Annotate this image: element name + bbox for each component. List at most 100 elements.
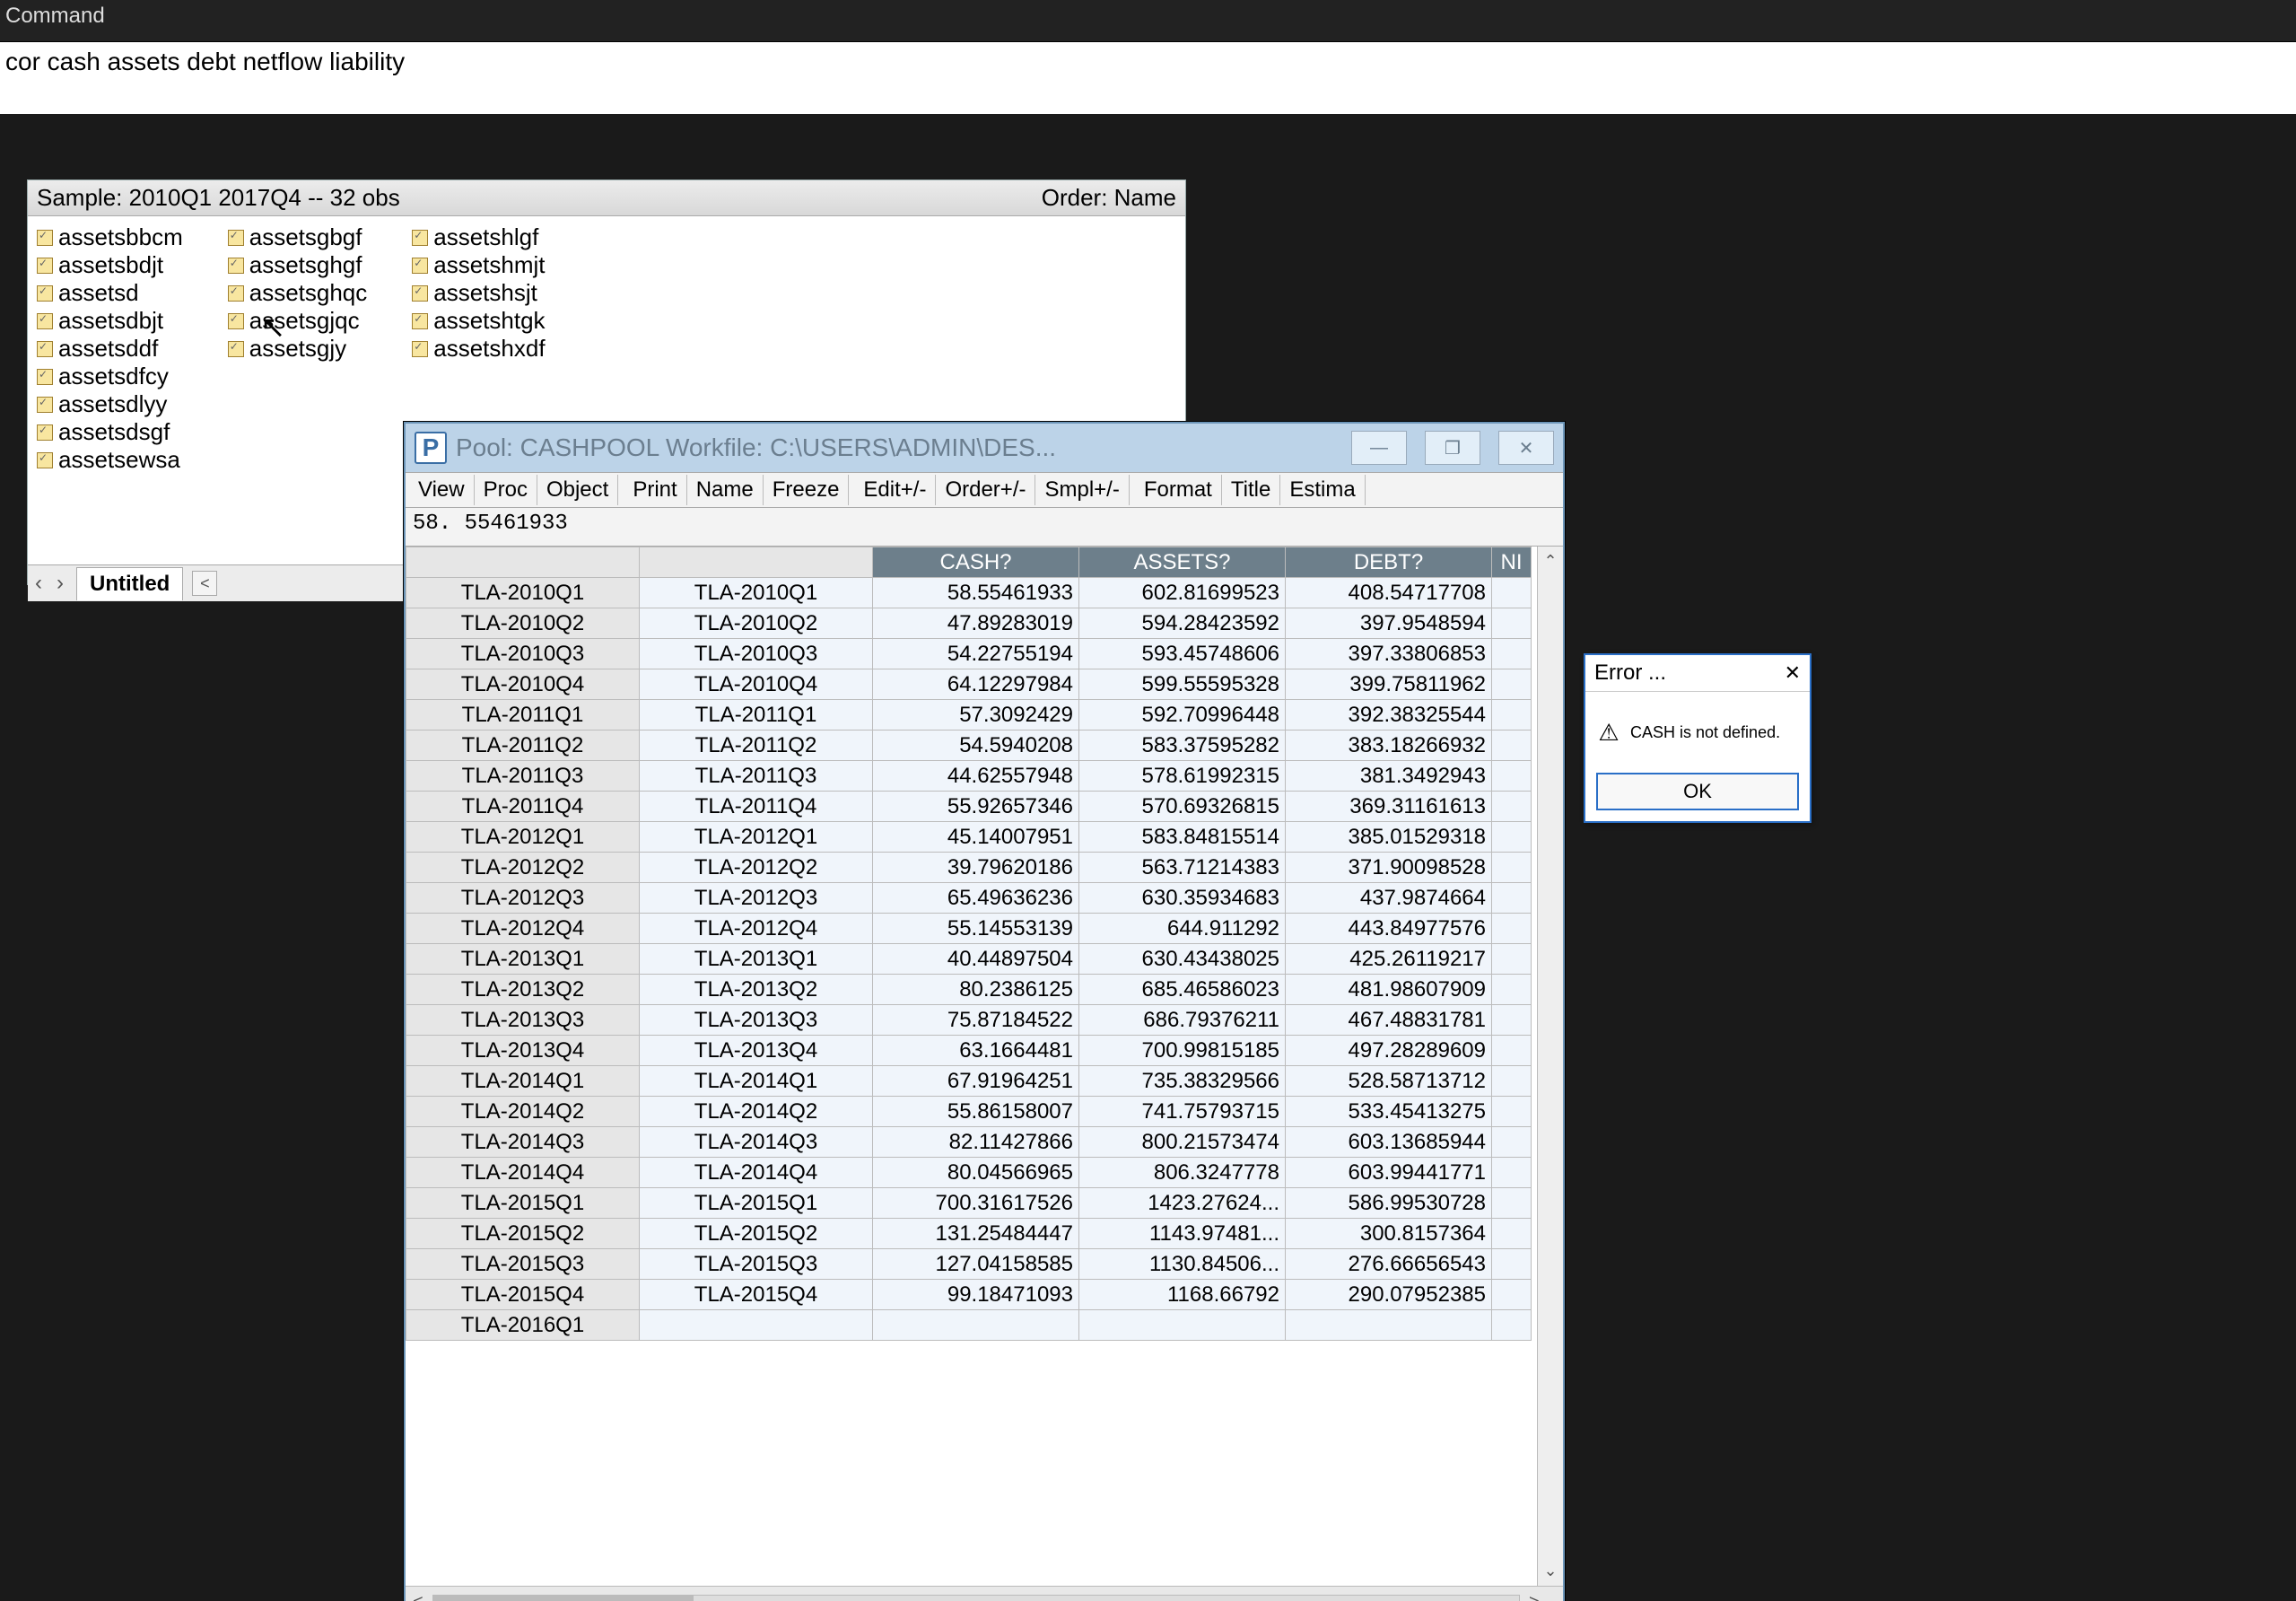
cell[interactable]: 603.99441771 [1286, 1158, 1492, 1188]
cell[interactable] [1492, 853, 1532, 883]
cell[interactable]: 276.66656543 [1286, 1249, 1492, 1280]
variable-item[interactable]: assetsdfcy [37, 363, 183, 390]
cell[interactable]: 290.07952385 [1286, 1280, 1492, 1310]
cell[interactable] [1492, 761, 1532, 792]
cell[interactable]: 599.55595328 [1079, 669, 1286, 700]
toolbar-edit-[interactable]: Edit+/- [854, 475, 936, 505]
cell[interactable] [1492, 669, 1532, 700]
cell[interactable]: TLA-2011Q1 [640, 700, 873, 731]
toolbar-order-[interactable]: Order+/- [936, 475, 1035, 505]
window-close-button[interactable]: ✕ [1498, 431, 1554, 465]
column-header[interactable] [640, 547, 873, 578]
cell[interactable]: 131.25484447 [873, 1219, 1079, 1249]
cell[interactable]: TLA-2010Q3 [640, 639, 873, 669]
cell[interactable]: 55.14553139 [873, 914, 1079, 944]
cell[interactable]: 99.18471093 [873, 1280, 1079, 1310]
cell[interactable]: TLA-2011Q2 [640, 731, 873, 761]
variable-item[interactable]: assetsgjqc [228, 307, 368, 335]
cell[interactable]: 57.3092429 [873, 700, 1079, 731]
variable-item[interactable]: assetsd [37, 279, 183, 307]
cell[interactable]: 39.79620186 [873, 853, 1079, 883]
cell[interactable]: 700.99815185 [1079, 1036, 1286, 1066]
cell[interactable] [1492, 578, 1532, 608]
cell[interactable]: 533.45413275 [1286, 1097, 1492, 1127]
variable-item[interactable]: assetsewsa [37, 446, 183, 474]
cell[interactable] [1492, 1280, 1532, 1310]
tab-nav-next[interactable]: › [49, 571, 71, 596]
table-row[interactable]: TLA-2012Q2TLA-2012Q239.79620186563.71214… [406, 853, 1532, 883]
cell[interactable] [1492, 1158, 1532, 1188]
row-header[interactable]: TLA-2011Q3 [406, 761, 640, 792]
resize-grip-icon[interactable]: ⣀ [1547, 1595, 1556, 1601]
row-header[interactable]: TLA-2010Q3 [406, 639, 640, 669]
scroll-left-button[interactable]: < [192, 571, 217, 596]
row-header[interactable]: TLA-2013Q4 [406, 1036, 640, 1066]
table-row[interactable]: TLA-2012Q1TLA-2012Q145.14007951583.84815… [406, 822, 1532, 853]
cell[interactable]: 686.79376211 [1079, 1005, 1286, 1036]
row-header[interactable]: TLA-2014Q2 [406, 1097, 640, 1127]
cell[interactable]: 602.81699523 [1079, 578, 1286, 608]
cell[interactable] [1492, 914, 1532, 944]
cell[interactable]: 700.31617526 [873, 1188, 1079, 1219]
cell[interactable]: 1168.66792 [1079, 1280, 1286, 1310]
cell[interactable]: 383.18266932 [1286, 731, 1492, 761]
data-grid[interactable]: CASH?ASSETS?DEBT?NITLA-2010Q1TLA-2010Q15… [406, 547, 1563, 1586]
row-header[interactable]: TLA-2015Q4 [406, 1280, 640, 1310]
cell[interactable]: 65.49636236 [873, 883, 1079, 914]
variable-item[interactable]: assetsbbcm [37, 223, 183, 251]
cell[interactable]: 594.28423592 [1079, 608, 1286, 639]
column-header[interactable] [406, 547, 640, 578]
toolbar-format[interactable]: Format [1135, 475, 1222, 505]
cell[interactable]: 593.45748606 [1079, 639, 1286, 669]
row-header[interactable]: TLA-2012Q1 [406, 822, 640, 853]
cell[interactable]: 630.43438025 [1079, 944, 1286, 975]
toolbar-freeze[interactable]: Freeze [764, 475, 850, 505]
window-minimize-button[interactable]: — [1351, 431, 1407, 465]
column-header[interactable]: CASH? [873, 547, 1079, 578]
cell[interactable]: TLA-2014Q1 [640, 1066, 873, 1097]
command-input[interactable]: cor cash assets debt netflow liability [0, 42, 2296, 114]
cell[interactable]: 467.48831781 [1286, 1005, 1492, 1036]
variable-item[interactable]: assetshlgf [412, 223, 545, 251]
cell[interactable]: TLA-2014Q2 [640, 1097, 873, 1127]
cell[interactable]: 55.86158007 [873, 1097, 1079, 1127]
cell[interactable] [1492, 975, 1532, 1005]
cell[interactable]: TLA-2012Q4 [640, 914, 873, 944]
cell[interactable] [1492, 822, 1532, 853]
cell[interactable] [1492, 883, 1532, 914]
cell[interactable]: 58.55461933 [873, 578, 1079, 608]
table-row[interactable]: TLA-2011Q1TLA-2011Q157.3092429592.709964… [406, 700, 1532, 731]
cell[interactable]: TLA-2015Q3 [640, 1249, 873, 1280]
variable-item[interactable]: assetsbdjt [37, 251, 183, 279]
cell[interactable] [1492, 1188, 1532, 1219]
cell[interactable]: 82.11427866 [873, 1127, 1079, 1158]
cell[interactable]: 603.13685944 [1286, 1127, 1492, 1158]
cell[interactable]: 54.5940208 [873, 731, 1079, 761]
cell[interactable]: TLA-2013Q1 [640, 944, 873, 975]
cell[interactable]: TLA-2013Q3 [640, 1005, 873, 1036]
variable-item[interactable]: assetshsjt [412, 279, 545, 307]
cell[interactable]: 563.71214383 [1079, 853, 1286, 883]
vertical-scrollbar[interactable]: ⌃ ⌄ [1537, 547, 1563, 1586]
cell[interactable] [1492, 1036, 1532, 1066]
horizontal-scrollbar[interactable]: < > ⣀ [406, 1586, 1563, 1601]
table-row[interactable]: TLA-2010Q1TLA-2010Q158.55461933602.81699… [406, 578, 1532, 608]
table-row[interactable]: TLA-2013Q2TLA-2013Q280.2386125685.465860… [406, 975, 1532, 1005]
table-row[interactable]: TLA-2010Q3TLA-2010Q354.22755194593.45748… [406, 639, 1532, 669]
cell[interactable] [1492, 1219, 1532, 1249]
scroll-down-icon[interactable]: ⌄ [1543, 1562, 1557, 1580]
cell[interactable] [1492, 1249, 1532, 1280]
variable-item[interactable]: assetsdsgf [37, 418, 183, 446]
cell[interactable]: 67.91964251 [873, 1066, 1079, 1097]
cell-value-bar[interactable]: 58. 55461933 [406, 508, 1563, 547]
cell[interactable] [1492, 1310, 1532, 1341]
table-row[interactable]: TLA-2014Q2TLA-2014Q255.86158007741.75793… [406, 1097, 1532, 1127]
row-header[interactable]: TLA-2010Q2 [406, 608, 640, 639]
row-header[interactable]: TLA-2011Q4 [406, 792, 640, 822]
cell[interactable]: TLA-2014Q4 [640, 1158, 873, 1188]
toolbar-object[interactable]: Object [537, 475, 618, 505]
column-header[interactable]: NI [1492, 547, 1532, 578]
cell[interactable]: 630.35934683 [1079, 883, 1286, 914]
row-header[interactable]: TLA-2010Q4 [406, 669, 640, 700]
row-header[interactable]: TLA-2015Q2 [406, 1219, 640, 1249]
